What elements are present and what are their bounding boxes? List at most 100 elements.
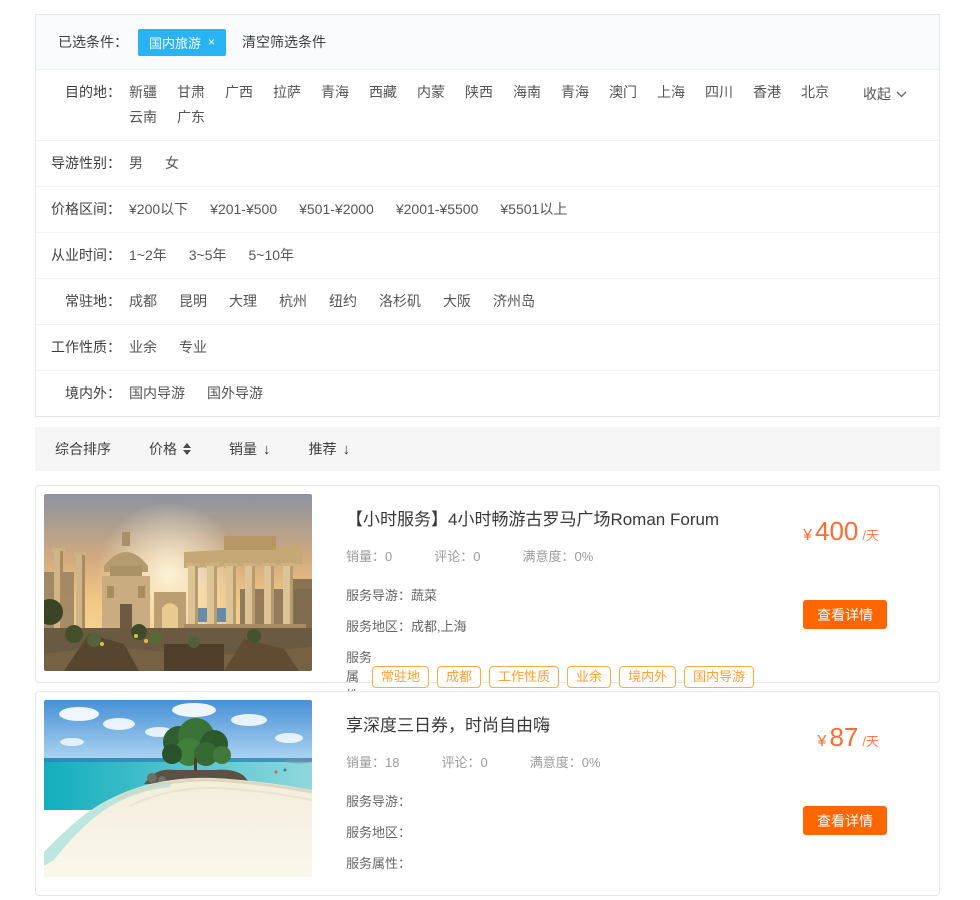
selected-filter-tag[interactable]: 国内旅游 × bbox=[138, 29, 226, 56]
selected-conditions-label: 已选条件： bbox=[58, 32, 128, 52]
sort-price-label: 价格 bbox=[149, 439, 177, 459]
filter-option[interactable]: 成都 bbox=[129, 289, 157, 314]
filter-option[interactable]: 业余 bbox=[129, 335, 157, 360]
filter-option[interactable]: 1~2年 bbox=[129, 243, 167, 268]
arrow-down-icon: ↓ bbox=[263, 442, 271, 457]
filter-label: 导游性别： bbox=[36, 151, 121, 176]
filter-option[interactable]: 西藏 bbox=[369, 80, 397, 105]
filter-option[interactable]: 昆明 bbox=[179, 289, 207, 314]
product-photo-beach-island bbox=[44, 700, 312, 877]
service-guide-value: 蔬菜 bbox=[411, 586, 437, 605]
filter-option[interactable]: 大阪 bbox=[443, 289, 471, 314]
attr-badge: 境内外 bbox=[619, 666, 676, 688]
filter-option[interactable]: 香港 bbox=[753, 80, 781, 105]
filter-options: 业余 专业 bbox=[129, 335, 229, 360]
service-area-row: 服务地区： 成都,上海 bbox=[346, 617, 731, 636]
filter-option[interactable]: 洛杉矶 bbox=[379, 289, 421, 314]
satisfaction-stat: 满意度：0% bbox=[523, 546, 594, 565]
filter-option[interactable]: 杭州 bbox=[279, 289, 307, 314]
selected-filter-tag-label: 国内旅游 bbox=[149, 33, 201, 52]
close-icon[interactable]: × bbox=[208, 35, 215, 49]
filter-option[interactable]: 上海 bbox=[657, 80, 685, 105]
attr-badge: 国内导游 bbox=[684, 666, 754, 688]
filter-option[interactable]: 男 bbox=[129, 151, 143, 176]
filter-option[interactable]: 拉萨 bbox=[273, 80, 301, 105]
filter-options: 1~2年 3~5年 5~10年 bbox=[129, 243, 316, 268]
filter-label: 价格区间： bbox=[36, 197, 121, 222]
attr-badge: 业余 bbox=[567, 666, 611, 688]
product-price: ¥ 87 /天 bbox=[818, 722, 879, 753]
view-details-button[interactable]: 查看详情 bbox=[803, 600, 887, 629]
filter-options: ¥200以下 ¥201-¥500 ¥501-¥2000 ¥2001-¥5500 … bbox=[129, 197, 589, 222]
sort-overall-label: 综合排序 bbox=[55, 439, 111, 459]
product-title[interactable]: 享深度三日券，时尚自由嗨 bbox=[346, 711, 731, 736]
service-guide-label: 服务导游： bbox=[346, 792, 411, 811]
filter-option[interactable]: 澳门 bbox=[609, 80, 637, 105]
filter-row-experience: 从业时间： 1~2年 3~5年 5~10年 bbox=[36, 233, 939, 279]
filter-option[interactable]: 广西 bbox=[225, 80, 253, 105]
service-attr-row: 服务属性： bbox=[346, 854, 731, 873]
price-unit: /天 bbox=[862, 525, 879, 544]
filter-option[interactable]: 青海 bbox=[321, 80, 349, 105]
sort-sales[interactable]: 销量 ↓ bbox=[229, 439, 271, 459]
sort-overall[interactable]: 综合排序 bbox=[55, 439, 111, 459]
sort-price[interactable]: 价格 bbox=[149, 439, 191, 459]
filter-option[interactable]: ¥5501以上 bbox=[500, 197, 567, 222]
collapse-toggle[interactable]: 收起 bbox=[863, 84, 907, 104]
filter-label: 境内外： bbox=[36, 381, 121, 406]
filter-option[interactable]: ¥201-¥500 bbox=[210, 197, 277, 222]
sort-recommend[interactable]: 推荐 ↓ bbox=[309, 439, 351, 459]
comments-stat: 评论：0 bbox=[441, 752, 487, 771]
selected-conditions-bar: 已选条件： 国内旅游 × 清空筛选条件 bbox=[36, 15, 939, 70]
satisfaction-stat: 满意度：0% bbox=[530, 752, 601, 771]
sales-stat: 销量：18 bbox=[346, 752, 399, 771]
collapse-label: 收起 bbox=[863, 84, 891, 104]
filter-label: 目的地： bbox=[36, 80, 121, 105]
product-photo-roman-forum bbox=[44, 494, 312, 671]
filter-row-work-nature: 工作性质： 业余 专业 bbox=[36, 325, 939, 371]
clear-filters-link[interactable]: 清空筛选条件 bbox=[242, 32, 326, 52]
filter-option[interactable]: 5~10年 bbox=[249, 243, 295, 268]
product-stats: 销量：0 评论：0 满意度：0% bbox=[346, 546, 731, 565]
filter-option[interactable]: 女 bbox=[165, 151, 179, 176]
filter-option[interactable]: 国内导游 bbox=[129, 381, 185, 406]
filter-option[interactable]: 云南 bbox=[129, 105, 157, 130]
filter-option[interactable]: 内蒙 bbox=[417, 80, 445, 105]
filter-option[interactable]: 海南 bbox=[513, 80, 541, 105]
filter-option[interactable]: 济州岛 bbox=[493, 289, 535, 314]
filter-option[interactable]: ¥2001-¥5500 bbox=[396, 197, 479, 222]
filter-options: 成都 昆明 大理 杭州 纽约 洛杉矶 大阪 济州岛 bbox=[129, 289, 557, 314]
service-guide-row: 服务导游： 蔬菜 bbox=[346, 586, 731, 605]
product-price: ¥ 400 /天 bbox=[803, 516, 879, 547]
product-stats: 销量：18 评论：0 满意度：0% bbox=[346, 752, 731, 771]
currency-symbol: ¥ bbox=[818, 733, 827, 751]
service-guide-label: 服务导游： bbox=[346, 586, 411, 605]
filter-option[interactable]: 甘肃 bbox=[177, 80, 205, 105]
filter-option[interactable]: 陕西 bbox=[465, 80, 493, 105]
sort-updown-icon bbox=[183, 443, 191, 455]
filter-row-domestic-abroad: 境内外： 国内导游 国外导游 bbox=[36, 371, 939, 416]
price-amount: 87 bbox=[829, 722, 858, 753]
filter-label: 从业时间： bbox=[36, 243, 121, 268]
product-title[interactable]: 【小时服务】4小时畅游古罗马广场Roman Forum bbox=[346, 505, 731, 530]
filter-options: 新疆 甘肃 广西 拉萨 青海 西藏 内蒙 陕西 海南 青海 澳门 上海 四川 香… bbox=[129, 80, 869, 130]
filter-option[interactable]: 四川 bbox=[705, 80, 733, 105]
filter-option[interactable]: 3~5年 bbox=[189, 243, 227, 268]
filter-option[interactable]: 新疆 bbox=[129, 80, 157, 105]
filter-option[interactable]: 纽约 bbox=[329, 289, 357, 314]
filter-option[interactable]: 广东 bbox=[177, 105, 205, 130]
filter-option[interactable]: ¥501-¥2000 bbox=[299, 197, 374, 222]
filter-option[interactable]: ¥200以下 bbox=[129, 197, 188, 222]
view-details-button[interactable]: 查看详情 bbox=[803, 806, 887, 835]
filter-option[interactable]: 专业 bbox=[179, 335, 207, 360]
comments-stat: 评论：0 bbox=[434, 546, 480, 565]
filter-option[interactable]: 青海 bbox=[561, 80, 589, 105]
filter-option[interactable]: 大理 bbox=[229, 289, 257, 314]
filter-option[interactable]: 国外导游 bbox=[207, 381, 263, 406]
service-attr-label: 服务属性： bbox=[346, 854, 411, 873]
filter-row-gender: 导游性别： 男 女 bbox=[36, 141, 939, 187]
service-area-value: 成都,上海 bbox=[411, 617, 467, 636]
price-amount: 400 bbox=[815, 516, 858, 547]
filter-option[interactable]: 北京 bbox=[801, 80, 829, 105]
product-card: 享深度三日券，时尚自由嗨 销量：18 评论：0 满意度：0% 服务导游： 服务地… bbox=[35, 691, 940, 896]
